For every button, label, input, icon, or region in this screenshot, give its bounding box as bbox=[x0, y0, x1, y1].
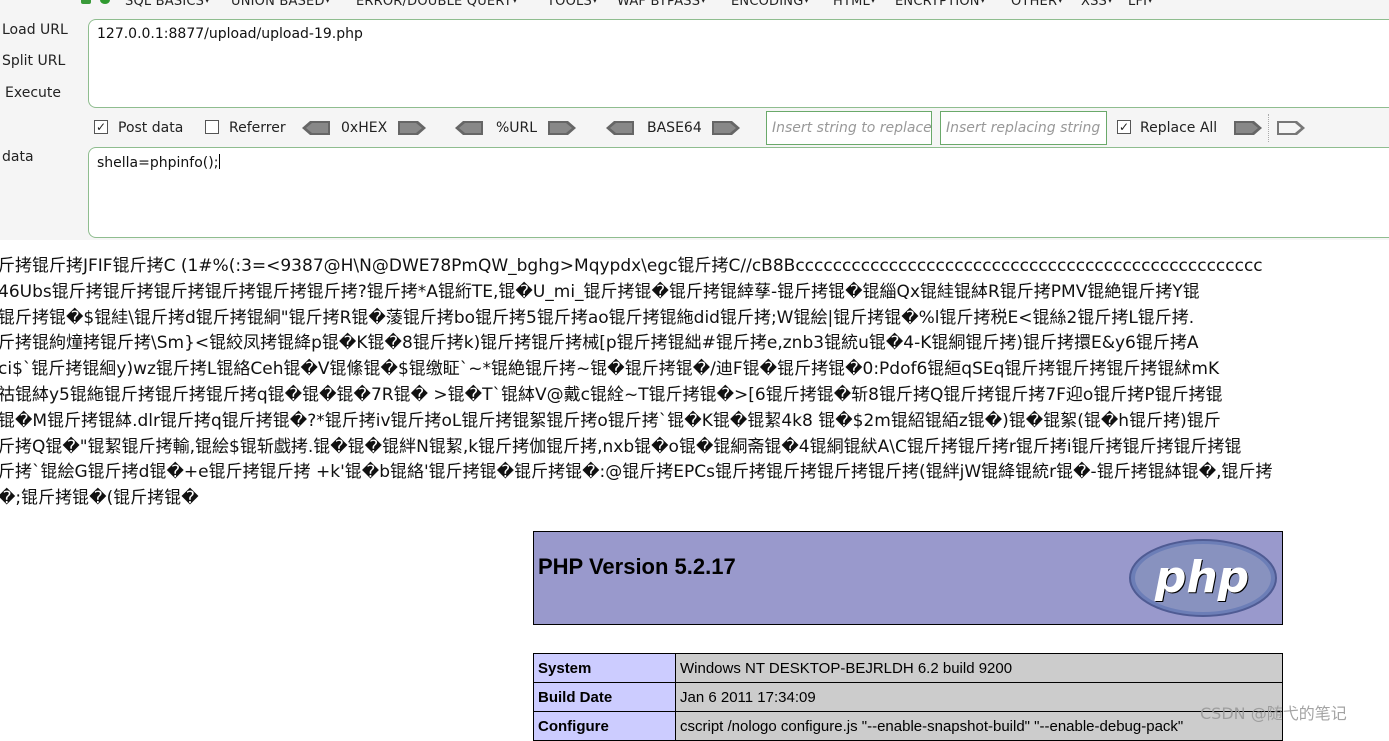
response-line: 46Ubs锟斤拷锟斤拷锟斤拷锟斤拷锟斤拷锟斤拷?锟斤拷*A锟絎TE,锟�U_mi… bbox=[0, 281, 1200, 302]
replace-all-checkbox[interactable]: ✓ bbox=[1117, 120, 1131, 134]
execute-button[interactable]: Execute bbox=[5, 85, 61, 101]
table-row: Configure cscript /nologo configure.js "… bbox=[533, 711, 1283, 741]
response-line: �;锟斤拷锟�(锟斤拷锟� bbox=[0, 488, 199, 509]
menu-error-double-query[interactable]: ERROR/DOUBLE QUERY bbox=[356, 0, 517, 9]
base64-label: BASE64 bbox=[647, 120, 702, 136]
menu-other[interactable]: OTHER bbox=[1011, 0, 1062, 9]
phpinfo-header: PHP Version 5.2.17 php php bbox=[533, 531, 1283, 625]
php-value-configure: cscript /nologo configure.js "--enable-s… bbox=[675, 711, 1283, 741]
toolbar-divider bbox=[1268, 114, 1269, 142]
php-value-build-date: Jan 6 2011 17:34:09 bbox=[675, 682, 1283, 712]
php-key-build-date: Build Date bbox=[533, 682, 676, 712]
response-line: 斤拷`锟絵G锟斤拷d锟�+e锟斤拷锟斤拷 +k'锟�b锟絡'锟斤拷锟�锟斤拷锟�… bbox=[0, 462, 1273, 483]
base64-decode-arrow-icon[interactable] bbox=[606, 121, 634, 135]
hex-encode-arrow-icon[interactable] bbox=[398, 121, 426, 135]
php-key-system: System bbox=[533, 653, 676, 683]
url-encode-arrow-icon[interactable] bbox=[548, 121, 576, 135]
menu-lfi[interactable]: LFI bbox=[1128, 0, 1152, 9]
replace-arrow-icon[interactable] bbox=[1234, 121, 1262, 135]
hex-label: 0xHEX bbox=[341, 120, 388, 136]
url-decode-arrow-icon[interactable] bbox=[455, 121, 483, 135]
replace-all-label: Replace All bbox=[1140, 120, 1218, 136]
response-line: 祜锟絊y5锟絁锟斤拷锟斤拷锟斤拷q锟�锟�锟�7R锟� >锟�T`锟絊V@戴c锟… bbox=[0, 384, 1223, 405]
menu-union-based[interactable]: UNION BASED bbox=[231, 0, 330, 9]
text-caret bbox=[219, 154, 221, 169]
csdn-watermark: CSDN @随弋的笔记 bbox=[1200, 704, 1347, 723]
menu-tools[interactable]: TOOLS bbox=[547, 0, 597, 9]
raw-response-output: 斤拷锟斤拷JFIF锟斤拷C (1#%(:3=<9387@H\N@DWE78PmQ… bbox=[0, 254, 1389, 512]
referrer-label: Referrer bbox=[229, 120, 286, 136]
php-logo-icon: php php bbox=[1129, 539, 1277, 617]
menu-waf-bypass[interactable]: WAF BYPASS bbox=[617, 0, 705, 9]
post-data-checkbox[interactable]: ✓ bbox=[94, 120, 108, 134]
menu-xss[interactable]: XSS bbox=[1081, 0, 1112, 9]
svg-text:php: php bbox=[1154, 552, 1249, 603]
replacing-string-input[interactable]: Insert replacing string bbox=[940, 111, 1107, 145]
url-input[interactable]: 127.0.0.1:8877/upload/upload-19.php bbox=[88, 19, 1389, 108]
response-line: 斤拷锟絇燑拷锟斤拷\Sm}<锟絞凤拷锟絳p锟�K锟�8锟斤拷k)锟斤拷锟斤拷械[… bbox=[0, 333, 1199, 354]
menu-html[interactable]: HTML bbox=[833, 0, 875, 9]
post-data-value: shella=phpinfo(); bbox=[97, 155, 219, 171]
response-line: ci$`锟斤拷锟絗y)wz锟斤拷L锟絡Ceh锟�V锟絛锟�$锟缴眐`~*锟絶锟斤… bbox=[0, 359, 1220, 380]
minus-icon[interactable] bbox=[81, 0, 91, 4]
php-value-system: Windows NT DESKTOP-BEJRLDH 6.2 build 920… bbox=[675, 653, 1283, 683]
url-encode-label: %URL bbox=[496, 120, 538, 136]
replace-all-arrow-icon[interactable] bbox=[1277, 121, 1305, 135]
load-url-label: Load URL bbox=[2, 22, 68, 38]
response-line: 斤拷Q锟�"锟絜锟斤拷輸,锟絵$锟斩戯拷.锟�锟�锟絆N锟絜,k锟斤拷伽锟斤拷,… bbox=[0, 436, 1242, 457]
hex-decode-arrow-icon[interactable] bbox=[302, 121, 330, 135]
split-url-button[interactable]: Split URL bbox=[2, 53, 65, 69]
split-url-label: Split URL bbox=[2, 53, 66, 69]
response-line: 锟�M锟斤拷锟絊.dlr锟斤拷q锟斤拷锟�?*锟斤拷iv锟斤拷oL锟斤拷锟絮锟斤… bbox=[0, 410, 1221, 431]
post-data-side-label: data bbox=[2, 149, 34, 165]
referrer-checkbox[interactable] bbox=[205, 120, 219, 134]
hackbar-menubar: SQL BASICS UNION BASED ERROR/DOUBLE QUER… bbox=[0, 0, 1389, 12]
base64-encode-arrow-icon[interactable] bbox=[712, 121, 740, 135]
url-value: 127.0.0.1:8877/upload/upload-19.php bbox=[97, 26, 363, 42]
phpinfo-table: System Windows NT DESKTOP-BEJRLDH 6.2 bu… bbox=[533, 653, 1283, 741]
php-key-configure: Configure bbox=[533, 711, 676, 741]
replace-string-input[interactable]: Insert string to replace bbox=[766, 111, 932, 145]
hackbar-panel: SQL BASICS UNION BASED ERROR/DOUBLE QUER… bbox=[0, 0, 1389, 240]
plus-icon[interactable] bbox=[100, 0, 110, 4]
table-row: System Windows NT DESKTOP-BEJRLDH 6.2 bu… bbox=[533, 653, 1283, 683]
menu-encryption[interactable]: ENCRYPTION bbox=[895, 0, 985, 9]
menu-sql-basics[interactable]: SQL BASICS bbox=[125, 0, 209, 9]
post-data-input[interactable]: shella=phpinfo(); bbox=[88, 147, 1389, 238]
menu-encoding[interactable]: ENCODING bbox=[731, 0, 809, 9]
php-version-title: PHP Version 5.2.17 bbox=[538, 554, 736, 579]
response-line: 锟斤拷锟�$锟絓\锟斤拷d锟斤拷锟絧"锟斤拷R锟�蔆锟斤拷bo锟斤拷5锟斤拷ao… bbox=[0, 307, 1195, 328]
response-line: 斤拷锟斤拷JFIF锟斤拷C (1#%(:3=<9387@H\N@DWE78PmQ… bbox=[0, 256, 1263, 276]
post-data-label: Post data bbox=[118, 120, 184, 136]
table-row: Build Date Jan 6 2011 17:34:09 bbox=[533, 682, 1283, 712]
execute-label: Execute bbox=[5, 85, 61, 101]
load-url-button[interactable]: Load URL bbox=[2, 22, 68, 38]
